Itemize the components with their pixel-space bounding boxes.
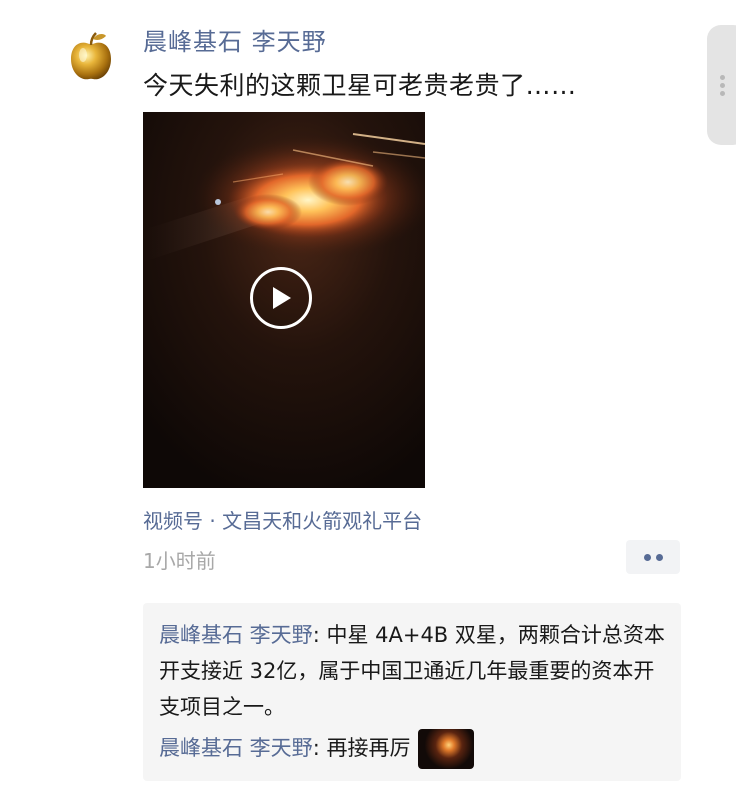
video-thumbnail[interactable] <box>143 112 425 488</box>
play-button[interactable] <box>250 267 312 329</box>
comment-text: 再接再厉 <box>326 736 411 760</box>
channel-source-link[interactable]: 视频号 · 文昌天和火箭观礼平台 <box>143 505 422 534</box>
comment-author[interactable]: 晨峰基石 李天野 <box>159 736 313 760</box>
comment-author[interactable]: 晨峰基石 李天野 <box>159 623 313 647</box>
grip-dot-icon <box>720 75 725 80</box>
comment-item[interactable]: 晨峰基石 李天野: 中星 4A+4B 双星，两颗合计总资本开支接近 32亿，属于… <box>159 617 671 725</box>
dot-icon <box>643 553 651 561</box>
post-text: 今天失利的这颗卫星可老贵老贵了…… <box>143 71 577 100</box>
play-icon <box>273 287 291 309</box>
dot-icon <box>655 553 663 561</box>
comment-section: 晨峰基石 李天野: 中星 4A+4B 双星，两颗合计总资本开支接近 32亿，属于… <box>143 603 681 781</box>
moments-post: 晨峰基石 李天野 今天失利的这颗卫星可老贵老贵了…… 视频号 · 文昌天和火箭观… <box>0 0 736 800</box>
side-drawer-handle[interactable] <box>707 25 736 145</box>
grip-dot-icon <box>720 91 725 96</box>
more-actions-button[interactable] <box>626 540 680 574</box>
grip-dot-icon <box>720 83 725 88</box>
golden-apple-icon <box>71 32 111 80</box>
comment-separator: : <box>312 736 327 760</box>
comment-separator: : <box>312 623 327 647</box>
comment-image-thumbnail[interactable] <box>418 729 475 769</box>
comment-item[interactable]: 晨峰基石 李天野: 再接再厉 <box>159 729 671 769</box>
avatar[interactable] <box>56 22 126 92</box>
post-timestamp: 1小时前 <box>143 549 216 573</box>
post-author[interactable]: 晨峰基石 李天野 <box>143 22 327 57</box>
